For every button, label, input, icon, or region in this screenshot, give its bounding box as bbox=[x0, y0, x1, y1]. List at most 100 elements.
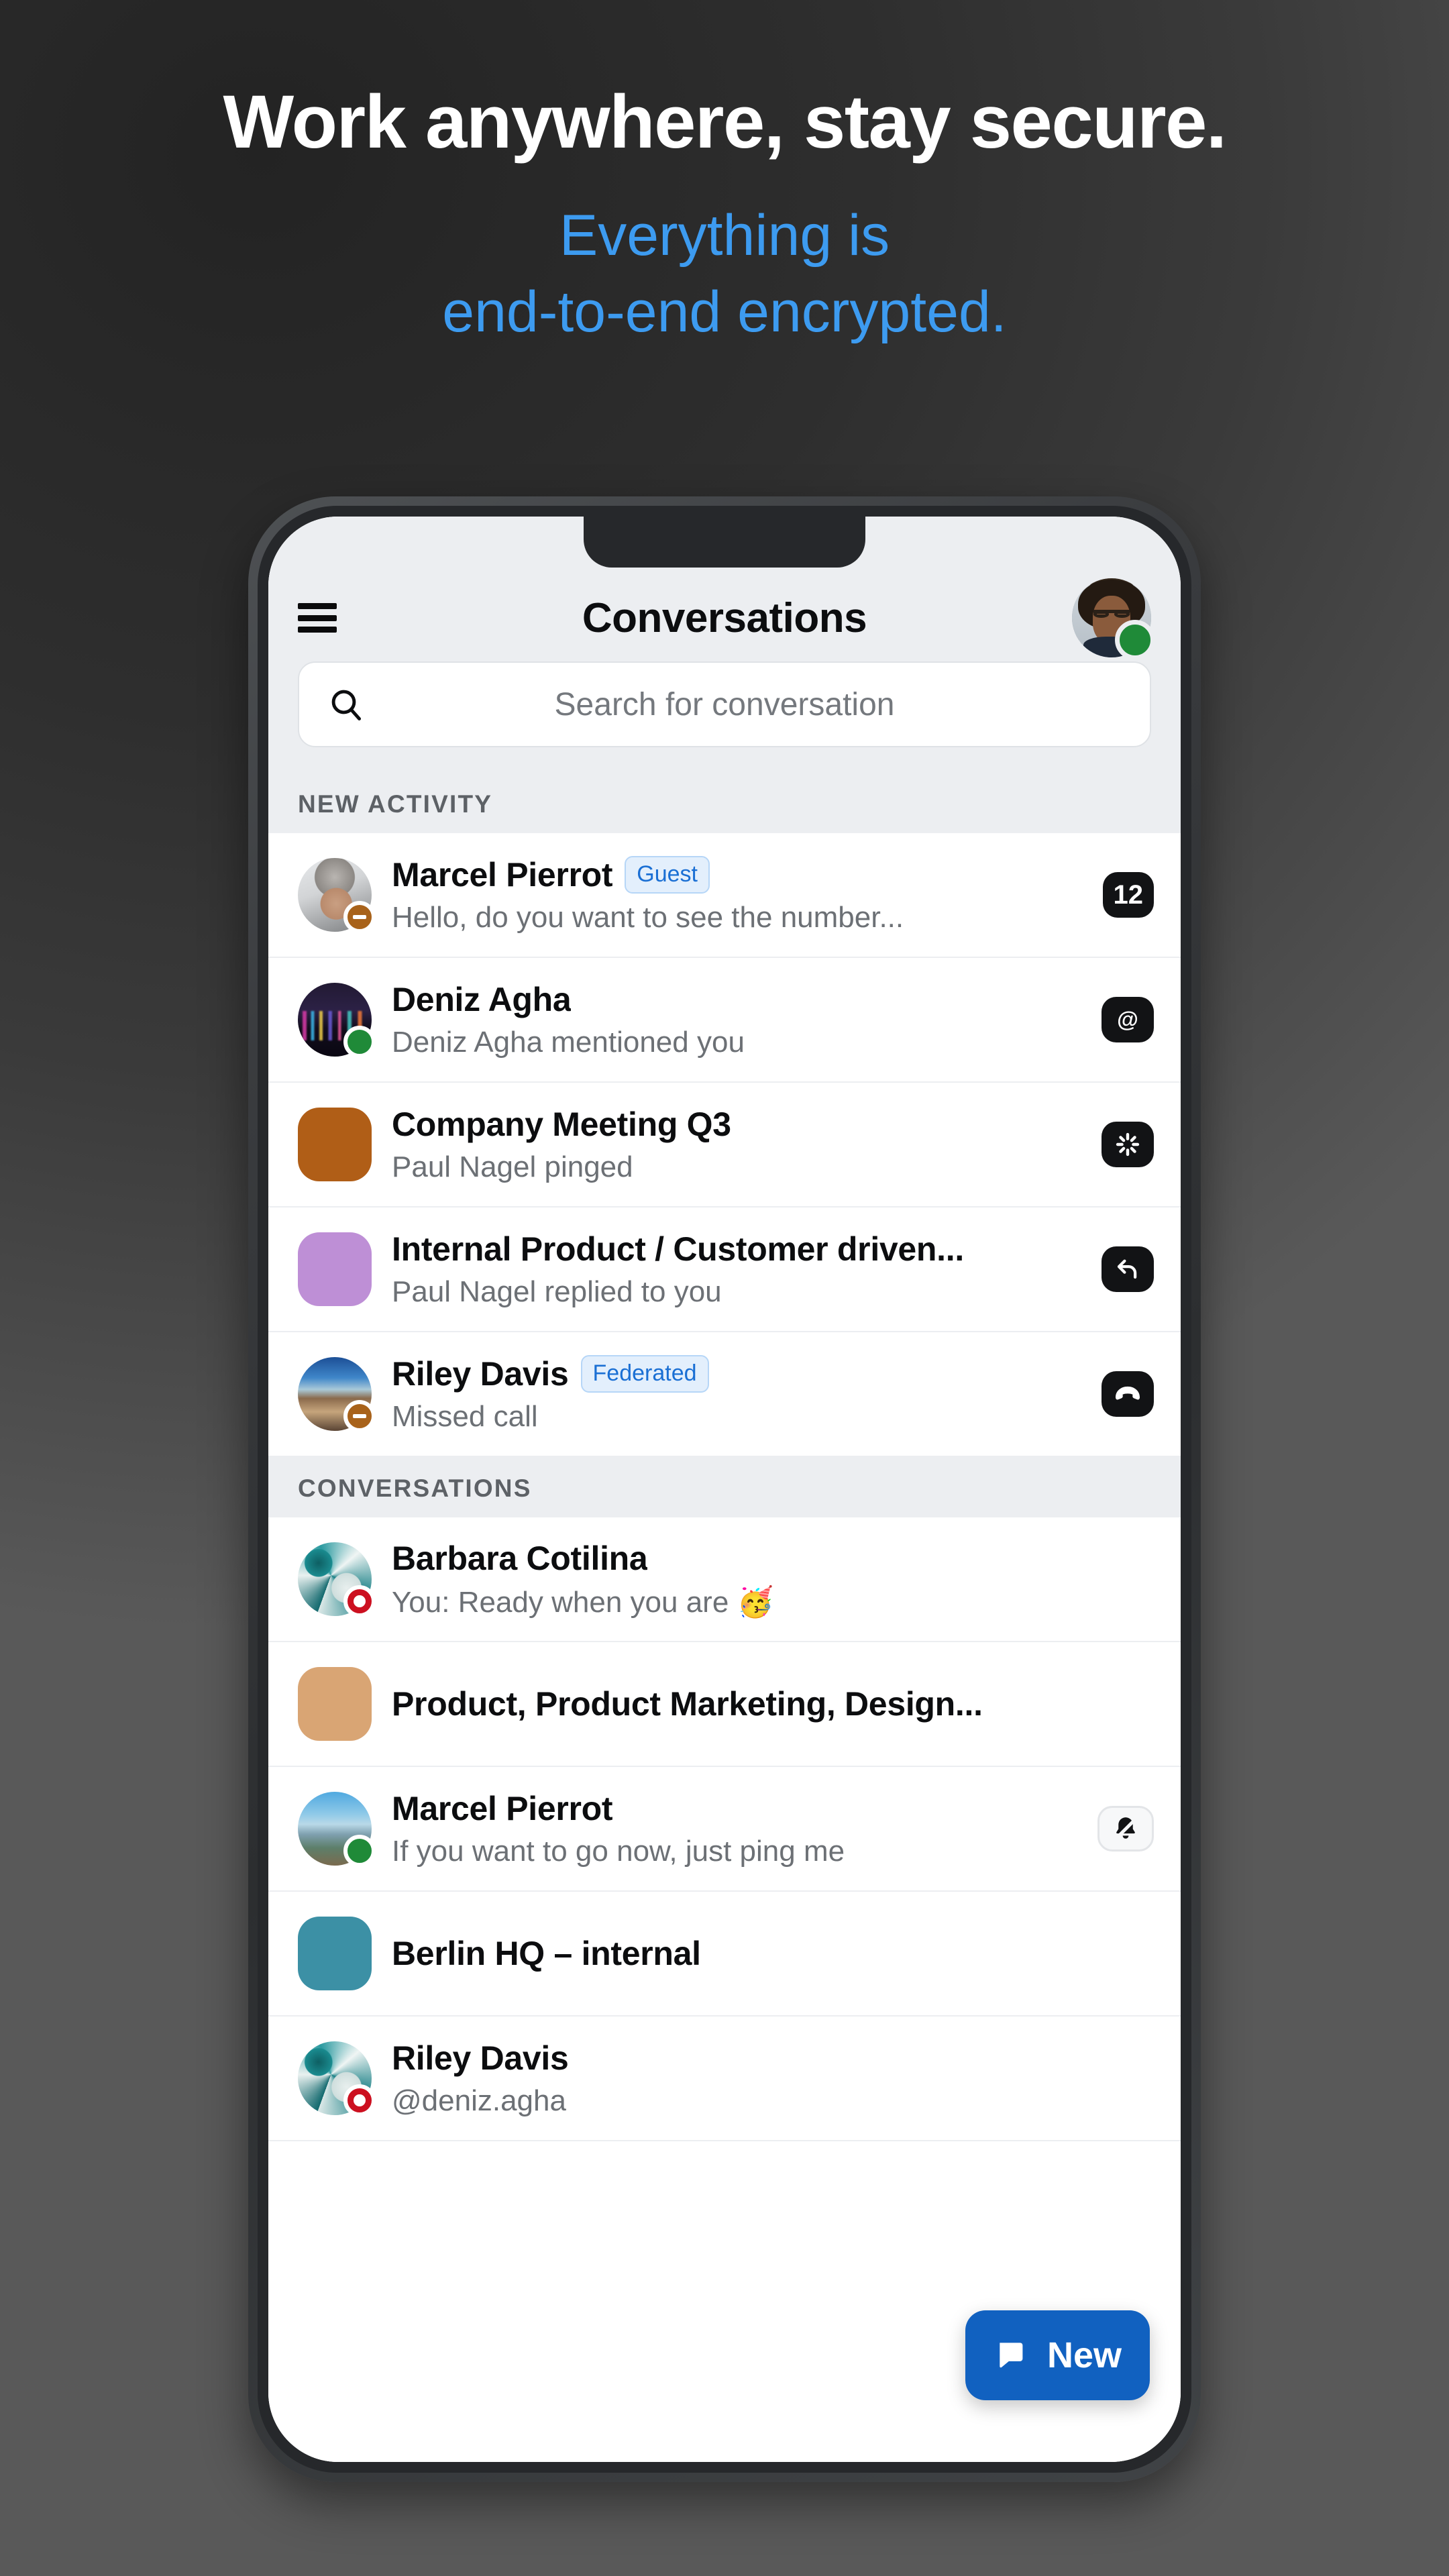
muted-bell-badge[interactable] bbox=[1097, 1806, 1154, 1851]
conversation-body: Marcel Pierrot If you want to go now, jus… bbox=[392, 1789, 1080, 1868]
list-section-header: NEW ACTIVITY bbox=[268, 773, 1181, 833]
conversation-preview: You: Ready when you are 🥳 bbox=[392, 1586, 774, 1619]
conversation-title: Deniz Agha bbox=[392, 981, 572, 1018]
missed-call-badge[interactable] bbox=[1102, 1371, 1154, 1417]
status-badge-online bbox=[343, 1835, 376, 1867]
conversation-row[interactable]: Barbara Cotilina You: Ready when you are … bbox=[268, 1517, 1181, 1642]
hamburger-bar bbox=[298, 627, 337, 633]
conversation-title: Marcel Pierrot bbox=[392, 1790, 613, 1827]
conversation-body: Deniz Agha Deniz Agha mentioned you bbox=[392, 980, 1084, 1059]
conversation-title: Company Meeting Q3 bbox=[392, 1106, 731, 1143]
conversation-body: Internal Product / Customer driven... Pau… bbox=[392, 1230, 1084, 1309]
status-badge-dnd bbox=[343, 901, 376, 933]
svg-text:@: @ bbox=[1117, 1008, 1138, 1032]
hamburger-menu-icon[interactable] bbox=[298, 603, 337, 633]
conversation-avatar bbox=[298, 1357, 376, 1432]
conversation-avatar bbox=[298, 1917, 372, 1990]
phone-notch bbox=[584, 517, 865, 568]
reply-badge[interactable] bbox=[1102, 1246, 1154, 1292]
conversation-row[interactable]: Product, Product Marketing, Design... bbox=[268, 1642, 1181, 1767]
avatar-color-swatch bbox=[298, 1232, 372, 1306]
conversation-title-line: Internal Product / Customer driven... bbox=[392, 1230, 1084, 1269]
conversation-title-line: Company Meeting Q3 bbox=[392, 1105, 1084, 1144]
unread-count-badge[interactable]: 12 bbox=[1102, 872, 1154, 918]
conversation-avatar bbox=[298, 858, 376, 933]
hamburger-bar bbox=[298, 614, 337, 621]
conversation-avatar bbox=[298, 1232, 372, 1306]
conversation-tag-badge: Guest bbox=[625, 855, 710, 894]
conversation-body: Riley Davis @deniz.agha bbox=[392, 2039, 1154, 2118]
conversation-title: Riley Davis bbox=[392, 2039, 569, 2077]
search-input[interactable]: Search for conversation bbox=[298, 661, 1151, 747]
conversation-preview: If you want to go now, just ping me bbox=[392, 1835, 845, 1868]
conversation-preview: Hello, do you want to see the number... bbox=[392, 901, 904, 934]
conversation-avatar bbox=[298, 1542, 376, 1617]
mention-badge[interactable]: @ bbox=[1102, 997, 1154, 1042]
avatar-color-swatch bbox=[298, 1667, 372, 1741]
conversation-preview: Paul Nagel replied to you bbox=[392, 1275, 722, 1308]
promo-block: Work anywhere, stay secure. Everything i… bbox=[0, 80, 1449, 350]
page-title: Conversations bbox=[582, 594, 867, 641]
avatar-color-swatch bbox=[298, 1108, 372, 1181]
conversation-row[interactable]: Internal Product / Customer driven... Pau… bbox=[268, 1208, 1181, 1332]
conversation-title: Marcel Pierrot bbox=[392, 856, 613, 894]
ping-badge[interactable] bbox=[1102, 1122, 1154, 1167]
chat-app: Conversations Search for conversation NE… bbox=[268, 517, 1181, 2462]
conversation-row[interactable]: Riley Davis Federated Missed call bbox=[268, 1332, 1181, 1457]
conversation-title: Riley Davis bbox=[392, 1355, 569, 1393]
conversation-title-line: Product, Product Marketing, Design... bbox=[392, 1684, 1154, 1723]
conversation-preview: @deniz.agha bbox=[392, 2084, 566, 2117]
conversation-avatar bbox=[298, 983, 376, 1058]
status-badge-dnd bbox=[343, 1400, 376, 1432]
conversation-preview: Deniz Agha mentioned you bbox=[392, 1026, 745, 1059]
new-message-icon bbox=[1000, 2343, 1023, 2368]
conversation-body: Barbara Cotilina You: Ready when you are … bbox=[392, 1539, 1154, 1619]
conversation-body: Marcel Pierrot Guest Hello, do you want to… bbox=[392, 855, 1085, 934]
status-badge-online bbox=[343, 1026, 376, 1058]
conversation-title: Barbara Cotilina bbox=[392, 1540, 648, 1577]
status-badge-online bbox=[1115, 620, 1155, 660]
conversation-row[interactable]: Berlin HQ – internal bbox=[268, 1892, 1181, 2017]
conversation-title-line: Marcel Pierrot bbox=[392, 1789, 1080, 1828]
conversation-title-line: Marcel Pierrot Guest bbox=[392, 855, 1085, 894]
promo-subtitle-line-1: Everything is bbox=[559, 203, 890, 268]
conversation-title-line: Deniz Agha bbox=[392, 980, 1084, 1019]
promo-subtitle: Everything is end-to-end encrypted. bbox=[0, 198, 1449, 350]
conversation-title-line: Berlin HQ – internal bbox=[392, 1934, 1154, 1973]
avatar[interactable] bbox=[1072, 578, 1155, 660]
conversation-body: Riley Davis Federated Missed call bbox=[392, 1354, 1084, 1434]
glasses-icon bbox=[1093, 610, 1130, 620]
phone-frame: Conversations Search for conversation NE… bbox=[248, 496, 1201, 2482]
list-section-header: CONVERSATIONS bbox=[268, 1457, 1181, 1517]
conversation-title: Berlin HQ – internal bbox=[392, 1935, 701, 1972]
conversation-row[interactable]: Company Meeting Q3 Paul Nagel pinged bbox=[268, 1083, 1181, 1208]
status-badge-away bbox=[343, 2084, 376, 2116]
conversation-row[interactable]: Deniz Agha Deniz Agha mentioned you @ bbox=[268, 958, 1181, 1083]
conversation-tag-badge: Federated bbox=[580, 1354, 709, 1393]
avatar-color-swatch bbox=[298, 1917, 372, 1990]
conversation-row[interactable]: Marcel Pierrot If you want to go now, jus… bbox=[268, 1767, 1181, 1892]
conversation-row[interactable]: Riley Davis @deniz.agha bbox=[268, 2017, 1181, 2141]
conversation-avatar bbox=[298, 1792, 376, 1867]
phone-bezel: Conversations Search for conversation NE… bbox=[258, 506, 1191, 2473]
conversation-list[interactable]: NEW ACTIVITY Marcel Pierrot Guest Hello, do… bbox=[268, 773, 1181, 2462]
conversation-body: Berlin HQ – internal bbox=[392, 1934, 1154, 1973]
conversation-avatar bbox=[298, 1667, 372, 1741]
conversation-title: Internal Product / Customer driven... bbox=[392, 1230, 964, 1268]
conversation-body: Company Meeting Q3 Paul Nagel pinged bbox=[392, 1105, 1084, 1184]
conversation-body: Product, Product Marketing, Design... bbox=[392, 1684, 1154, 1723]
conversation-row[interactable]: Marcel Pierrot Guest Hello, do you want to… bbox=[268, 833, 1181, 958]
search-placeholder: Search for conversation bbox=[554, 686, 895, 722]
conversation-avatar bbox=[298, 1108, 372, 1181]
search-icon bbox=[331, 690, 362, 720]
conversation-title-line: Barbara Cotilina bbox=[392, 1539, 1154, 1578]
app-header: Conversations bbox=[268, 574, 1181, 661]
new-conversation-button[interactable]: New bbox=[965, 2310, 1150, 2400]
new-conversation-label: New bbox=[1046, 2335, 1122, 2375]
conversation-preview: Missed call bbox=[392, 1400, 538, 1433]
conversation-title-line: Riley Davis Federated bbox=[392, 1354, 1084, 1393]
hamburger-bar bbox=[298, 603, 337, 609]
search-area: Search for conversation bbox=[268, 661, 1181, 773]
promo-subtitle-line-2: end-to-end encrypted. bbox=[442, 279, 1007, 344]
conversation-avatar bbox=[298, 2041, 376, 2116]
